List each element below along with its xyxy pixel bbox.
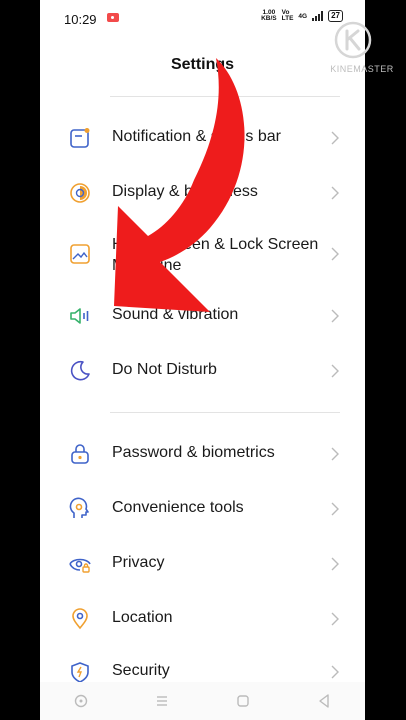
watermark-text: KINEMASTER [330,64,394,74]
phone-screen: 10:29 1.00 KB/S Vo LTE 4G 27 Settings No… [40,0,365,720]
chevron-right-icon [331,247,339,261]
location-icon [72,608,88,630]
lock-icon [71,444,89,464]
menu-item-display[interactable]: Display & brightness [40,167,365,219]
menu-item-password-biometrics[interactable]: Password & biometrics [40,428,365,480]
chevron-right-icon [331,364,339,378]
navigation-bar [40,682,365,720]
menu-item-location[interactable]: Location [40,593,365,645]
chevron-right-icon [331,502,339,516]
section-divider [110,96,340,97]
menu-icon[interactable] [154,693,170,709]
menu-item-convenience-tools[interactable]: Convenience tools [40,483,365,535]
chevron-right-icon [331,309,339,323]
menu-item-label: Convenience tools [112,499,244,516]
back-icon[interactable] [316,693,332,709]
menu-item-label: Security [112,662,170,679]
status-time: 10:29 [64,12,97,27]
assistant-icon[interactable] [73,693,89,709]
chevron-right-icon [331,131,339,145]
chevron-right-icon [331,447,339,461]
kinemaster-watermark: KINEMASTER [318,20,393,76]
menu-item-privacy[interactable]: Privacy [40,538,365,590]
menu-item-do-not-disturb[interactable]: Do Not Disturb [40,345,365,397]
menu-item-notification[interactable]: Notification & status bar [40,112,365,164]
privacy-icon [69,558,91,573]
home-icon[interactable] [235,693,251,709]
chevron-right-icon [331,665,339,679]
menu-item-label: Password & biometrics [112,444,275,461]
menu-item-label: Home Screen & Lock Screen Magazine [112,236,319,274]
section-divider [110,412,340,413]
menu-item-label: Display & brightness [112,183,258,200]
menu-item-label: Location [112,609,173,626]
status-bar: 10:29 1.00 KB/S Vo LTE 4G 27 [40,0,365,36]
chevron-right-icon [331,186,339,200]
net-speed: 1.00 KB/S [261,9,277,22]
display-icon [70,183,90,203]
wallpaper-icon [70,244,90,264]
menu-item-label: Notification & status bar [112,128,281,145]
page-title: Settings [170,56,235,73]
chevron-right-icon [331,557,339,571]
chevron-right-icon [331,612,339,626]
menu-item-security[interactable]: Security [40,646,365,682]
network-type: 4G [298,12,308,20]
convenience-icon [69,497,89,518]
menu-item-label: Sound & vibration [112,306,239,323]
volte-indicator: Vo LTE [281,9,294,22]
screen-record-icon [107,13,119,22]
menu-item-home-lock-screen[interactable]: Home Screen & Lock Screen Magazine [40,228,365,280]
moon-icon [70,360,90,381]
menu-item-sound-vibration[interactable]: Sound & vibration [40,290,365,342]
speaker-icon [70,308,89,324]
kinemaster-logo-icon [334,21,372,59]
security-icon [71,662,89,682]
notification-icon [70,128,90,148]
menu-item-label: Privacy [112,554,165,571]
menu-item-label: Do Not Disturb [112,361,217,378]
